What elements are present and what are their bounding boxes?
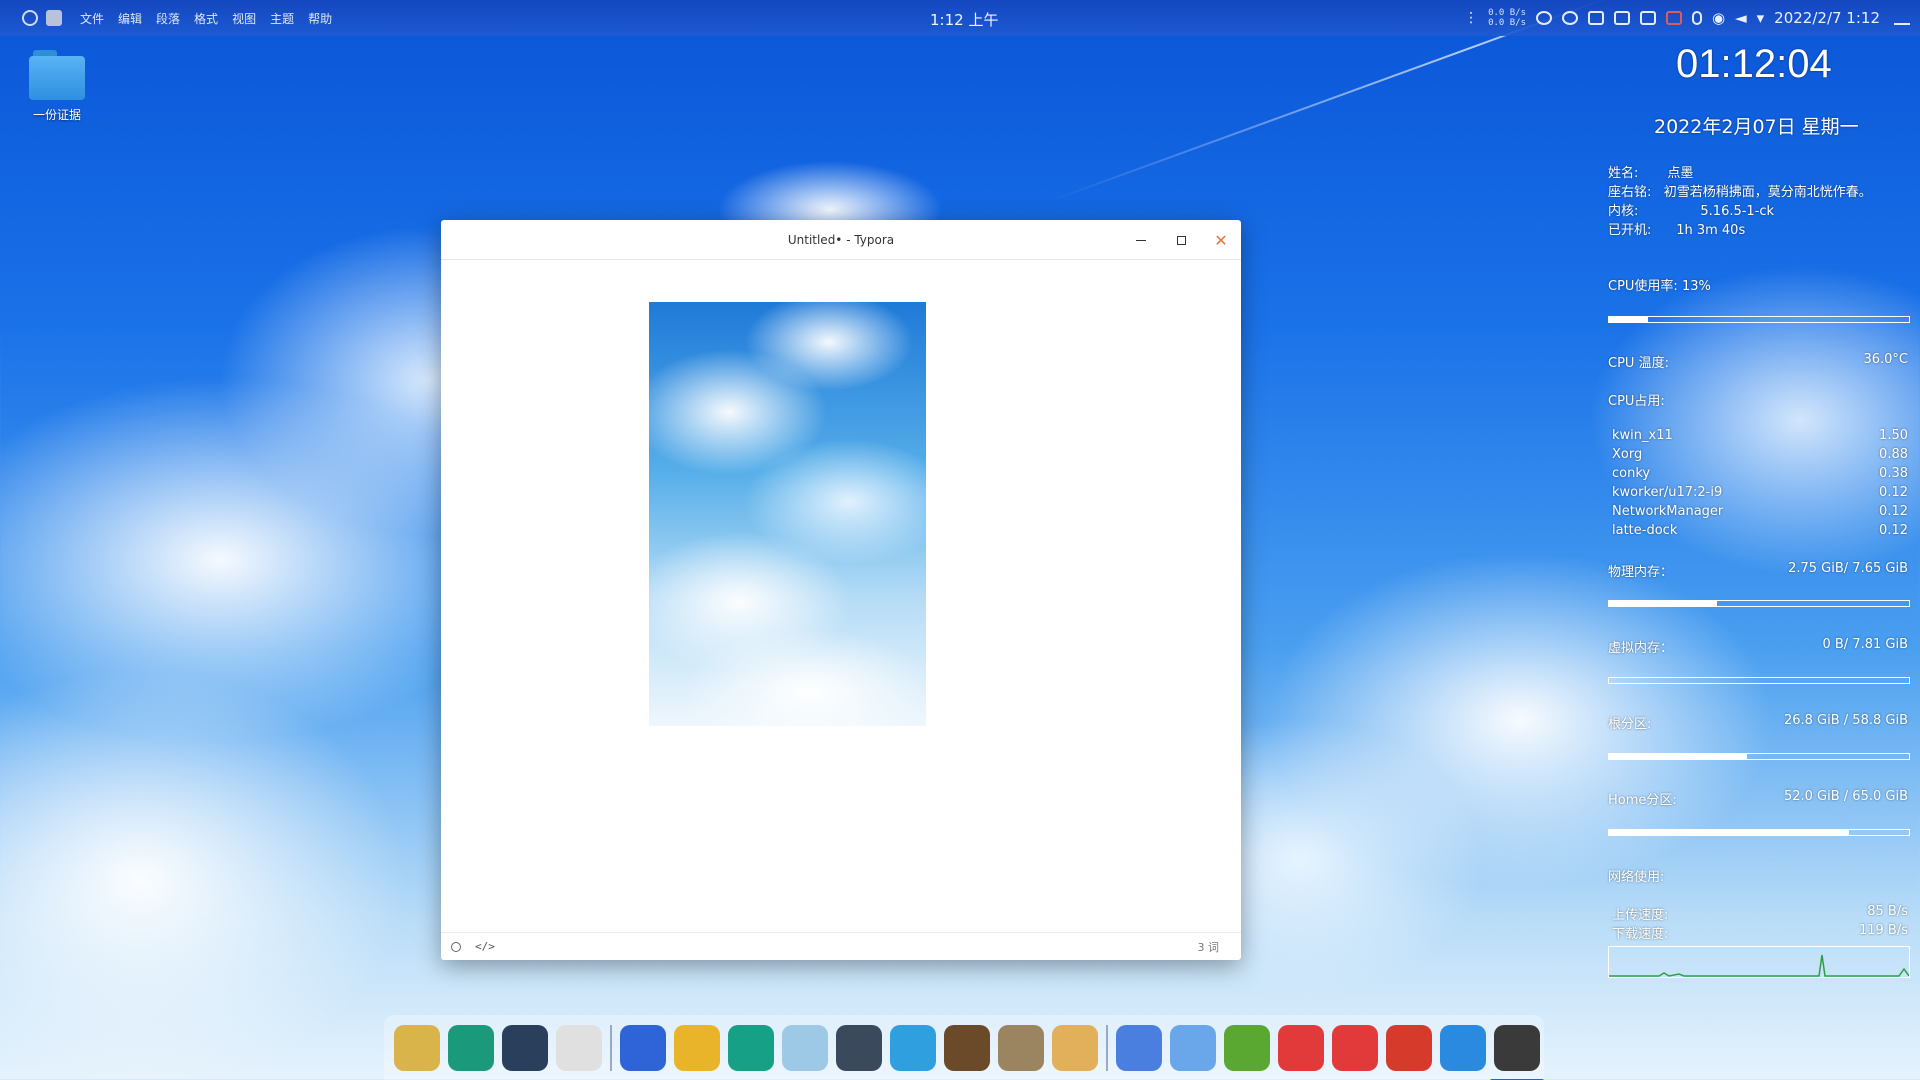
volume-icon[interactable]: ◄ (1735, 9, 1747, 27)
conky-home-partition: Home分区: 52.0 GiB / 65.0 GiB (1608, 789, 1908, 808)
root-partition-bar (1608, 753, 1910, 760)
home-partition-bar (1608, 829, 1910, 836)
dock-typora-icon[interactable] (1490, 1024, 1544, 1080)
dock-netease-music-icon[interactable] (1332, 1024, 1378, 1071)
status-bar: </> 3 词 (441, 932, 1241, 960)
process-row: Xorg 0.88 (1612, 447, 1908, 462)
dock-android-studio-icon[interactable] (1224, 1024, 1270, 1071)
conky-name: 姓名: 点墨 (1608, 166, 1694, 181)
process-row: conky 0.38 (1612, 466, 1908, 481)
conky-kernel: 内核: 5.16.5-1-ck (1608, 204, 1775, 219)
dock-electron-app-icon[interactable] (836, 1024, 882, 1071)
dock-kde-connect-icon[interactable] (556, 1024, 602, 1071)
window-titlebar[interactable]: Untitled• - Typora ✕ (441, 220, 1241, 260)
dock-google-chrome-icon[interactable] (674, 1024, 720, 1071)
chevron-down-icon[interactable]: ▾ (1757, 9, 1765, 27)
app-launcher-icon[interactable] (22, 10, 38, 26)
conky-cpu-temp: CPU 温度: 36.0°C (1608, 352, 1908, 371)
typora-window: Untitled• - Typora ✕ </> 3 词 (441, 220, 1241, 960)
swap-bar (1608, 677, 1910, 684)
menu-view[interactable]: 视图 (232, 10, 256, 27)
dock-wps-office-icon[interactable] (620, 1024, 666, 1071)
conky-swap: 虚拟内存： 0 B/ 7.81 GiB (1608, 637, 1908, 656)
cpu-usage-bar (1608, 316, 1910, 323)
dock-gimp-icon[interactable] (998, 1024, 1044, 1071)
conky-motto: 座右铭: 初雪若杨稍拂面，莫分南北恍作春。 (1608, 185, 1872, 200)
conky-time: 01:12:04 (1676, 42, 1832, 86)
menu-format[interactable]: 格式 (194, 10, 218, 27)
process-row: kwin_x11 1.50 (1612, 428, 1908, 443)
menu-help[interactable]: 帮助 (308, 10, 332, 27)
dock-separator (610, 1024, 612, 1071)
dock-separator (1106, 1024, 1108, 1071)
conky-upload-speed: 上传速度: 85 B/s (1612, 904, 1908, 923)
conky-date: 2022年2月07日 星期一 (1654, 116, 1859, 138)
show-desktop-button[interactable] (1884, 0, 1920, 36)
conky-root-partition: 根分区: 26.8 GiB / 58.8 GiB (1608, 713, 1908, 732)
conky-memory: 物理内存： 2.75 GiB/ 7.65 GiB (1608, 561, 1908, 580)
conky-download-speed: 下载速度: 119 B/s (1612, 923, 1908, 942)
editor-area[interactable] (441, 260, 1241, 932)
close-button[interactable]: ✕ (1201, 220, 1241, 260)
dock-xmind-icon[interactable] (1278, 1024, 1324, 1071)
menu-theme[interactable]: 主题 (270, 10, 294, 27)
dock-file-manager-icon[interactable] (394, 1024, 440, 1071)
dock-filezilla-icon[interactable] (1386, 1024, 1432, 1071)
menu-file[interactable]: 文件 (80, 10, 104, 27)
clipboard-icon[interactable] (1614, 11, 1630, 25)
maximize-icon (1176, 235, 1186, 245)
trash-icon[interactable] (46, 10, 62, 26)
dock-telegram-icon[interactable] (890, 1024, 936, 1071)
keyboard-icon[interactable] (1640, 11, 1656, 25)
user-icon[interactable] (1588, 11, 1604, 25)
dock-system-settings-icon[interactable] (448, 1024, 494, 1071)
minimize-icon (1136, 239, 1146, 241)
baidu-icon[interactable] (1562, 11, 1578, 25)
maximize-button[interactable] (1161, 220, 1201, 260)
record-icon[interactable] (1666, 11, 1682, 25)
minimize-button[interactable] (1121, 220, 1161, 260)
memory-bar (1608, 600, 1910, 607)
word-count[interactable]: 3 词 (1198, 939, 1220, 955)
process-row: NetworkManager 0.12 (1612, 504, 1908, 519)
folder-icon (29, 50, 85, 100)
qq-icon[interactable] (1536, 11, 1552, 25)
dock-baidu-netdisk-icon[interactable] (1170, 1024, 1216, 1071)
conky-cpu-usage: CPU使用率: 13% (1608, 279, 1711, 294)
embedded-sky-image[interactable] (649, 302, 926, 726)
source-mode-toggle[interactable]: </> (475, 940, 495, 953)
menu-edit[interactable]: 编辑 (118, 10, 142, 27)
dock-go-game-icon[interactable] (1052, 1024, 1098, 1071)
latte-dock (384, 1015, 1544, 1080)
panel-datetime[interactable]: 2022/2/7 1:12 (1774, 9, 1880, 27)
desktop-folder[interactable]: 一份证据 (22, 50, 92, 123)
dock-vscode-icon[interactable] (1440, 1024, 1486, 1071)
global-menu: 文件 编辑 段落 格式 视图 主题 帮助 (80, 10, 332, 27)
process-row: kworker/u17:2-i9 0.12 (1612, 485, 1908, 500)
dock-wechat-icon[interactable] (782, 1024, 828, 1071)
outline-toggle-icon[interactable] (451, 941, 461, 952)
top-panel: 文件 编辑 段落 格式 视图 主题 帮助 1:12 上午 ⋮ 0.0 B/s 0… (0, 0, 1920, 36)
conky-net-title: 网络使用: (1608, 870, 1665, 885)
window-title: Untitled• - Typora (787, 232, 895, 247)
conky-uptime: 已开机: 1h 3m 40s (1608, 223, 1746, 238)
process-row: latte-dock 0.12 (1612, 523, 1908, 538)
conky-cpu-top-title: CPU占用: (1608, 394, 1665, 409)
dock-dashboard-icon[interactable] (502, 1024, 548, 1071)
network-graph (1608, 946, 1910, 978)
network-graph-svg (1609, 954, 1910, 977)
bluetooth-icon[interactable] (1692, 11, 1702, 25)
dock-font-viewer-icon[interactable] (1116, 1024, 1162, 1071)
system-tray: ⋮ 0.0 B/s 0.0 B/s ◉ ◄ ▾ 2022/2/7 1:12 (1464, 0, 1880, 36)
more-vertical-icon[interactable]: ⋮ (1464, 10, 1478, 26)
dock-minecraft-icon[interactable] (944, 1024, 990, 1071)
menu-paragraph[interactable]: 段落 (156, 10, 180, 27)
panel-clock[interactable]: 1:12 上午 (930, 9, 998, 30)
wifi-icon[interactable]: ◉ (1712, 9, 1725, 27)
desktop-folder-label: 一份证据 (32, 108, 81, 122)
dock-notes-icon[interactable] (728, 1024, 774, 1071)
net-speed-widget[interactable]: 0.0 B/s 0.0 B/s (1488, 8, 1526, 28)
close-icon: ✕ (1214, 230, 1228, 250)
